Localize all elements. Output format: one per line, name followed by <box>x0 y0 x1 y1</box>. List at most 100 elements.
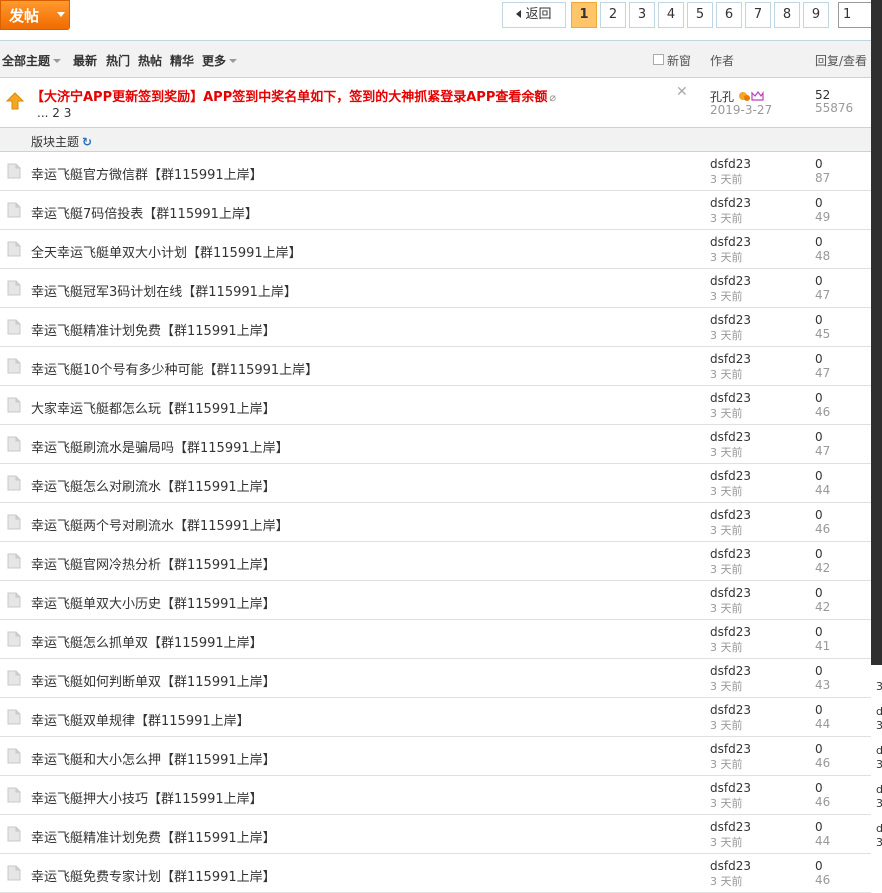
page-4-button[interactable]: 4 <box>658 2 684 28</box>
new-window-label: 新窗 <box>667 54 692 68</box>
new-post-button[interactable]: 发帖 <box>0 0 70 30</box>
paperclip-icon: ⌀ <box>549 91 556 104</box>
thread-title[interactable]: 幸运飞艇两个号对刷流水【群115991上岸】 <box>31 515 289 534</box>
thread-title[interactable]: 幸运飞艇双单规律【群115991上岸】 <box>31 710 250 729</box>
sticky-thread: 【大济宁APP更新签到奖励】APP签到中奖名单如下，签到的大神抓紧登录APP查看… <box>0 78 871 128</box>
page-2-button[interactable]: 2 <box>600 2 626 28</box>
thread-filter-bar: 全部主题 最新 热门 热帖 精华 更多 新窗 作者 回复/查看 <box>0 40 871 78</box>
page-5-button[interactable]: 5 <box>687 2 713 28</box>
thread-row: 幸运飞艇两个号对刷流水【群115991上岸】 dsfd23 3 天前 0 46 <box>0 503 871 542</box>
thread-row: 幸运飞艇10个号有多少种可能【群115991上岸】 dsfd23 3 天前 0 47 <box>0 347 871 386</box>
thread-title[interactable]: 幸运飞艇和大小怎么押【群115991上岸】 <box>31 749 276 768</box>
page-1-button[interactable]: 1 <box>571 2 597 28</box>
section-label: 版块主题 ↻ <box>31 133 92 150</box>
thread-title[interactable]: 幸运飞艇精准计划免费【群115991上岸】 <box>31 827 276 846</box>
document-icon <box>7 592 21 608</box>
thread-date: 3 天前 <box>710 758 743 771</box>
thread-title[interactable]: 幸运飞艇单双大小历史【群115991上岸】 <box>31 593 276 612</box>
thread-author[interactable]: dsfd23 <box>710 235 751 249</box>
edge-char: 3 <box>876 797 882 810</box>
thread-replies: 0 <box>815 391 823 405</box>
thread-title[interactable]: 幸运飞艇如何判断单双【群115991上岸】 <box>31 671 276 690</box>
thread-row: 幸运飞艇刷流水是骗局吗【群115991上岸】 dsfd23 3 天前 0 47 <box>0 425 871 464</box>
thread-date: 3 天前 <box>710 797 743 810</box>
thread-title[interactable]: 幸运飞艇怎么对刷流水【群115991上岸】 <box>31 476 276 495</box>
thread-title[interactable]: 全天幸运飞艇单双大小计划【群115991上岸】 <box>31 242 302 261</box>
filter-hot-posts[interactable]: 热帖 <box>138 52 162 69</box>
page-7-button[interactable]: 7 <box>745 2 771 28</box>
thread-replies: 0 <box>815 625 823 639</box>
thread-author[interactable]: dsfd23 <box>710 547 751 561</box>
thread-title[interactable]: 幸运飞艇精准计划免费【群115991上岸】 <box>31 320 276 339</box>
thread-views: 46 <box>815 405 831 419</box>
thread-date: 3 天前 <box>710 485 743 498</box>
thread-date: 3 天前 <box>710 563 743 576</box>
thread-author[interactable]: dsfd23 <box>710 469 751 483</box>
thread-author[interactable]: dsfd23 <box>710 820 751 834</box>
thread-replies: 0 <box>815 430 823 444</box>
page-6-button[interactable]: 6 <box>716 2 742 28</box>
thread-title[interactable]: 大家幸运飞艇都怎么玩【群115991上岸】 <box>31 398 276 417</box>
thread-date: 3 天前 <box>710 251 743 264</box>
thread-author[interactable]: dsfd23 <box>710 703 751 717</box>
document-icon <box>7 748 21 764</box>
thread-author[interactable]: dsfd23 <box>710 508 751 522</box>
page-9-button[interactable]: 9 <box>803 2 829 28</box>
thread-author[interactable]: dsfd23 <box>710 430 751 444</box>
section-label-text: 版块主题 <box>31 135 80 149</box>
back-button[interactable]: 返回 <box>502 2 566 28</box>
thread-title[interactable]: 幸运飞艇10个号有多少种可能【群115991上岸】 <box>31 359 318 378</box>
thread-title[interactable]: 幸运飞艇免费专家计划【群115991上岸】 <box>31 866 276 885</box>
thread-views: 45 <box>815 327 831 341</box>
thread-date: 3 天前 <box>710 407 743 420</box>
thread-author[interactable]: dsfd23 <box>710 742 751 756</box>
thread-title[interactable]: 幸运飞艇官方微信群【群115991上岸】 <box>31 164 263 183</box>
thread-title[interactable]: 幸运飞艇官网冷热分析【群115991上岸】 <box>31 554 276 573</box>
thread-replies: 0 <box>815 508 823 522</box>
thread-views: 48 <box>815 249 831 263</box>
thread-views: 46 <box>815 873 831 887</box>
thread-views: 46 <box>815 756 831 770</box>
thread-row: 幸运飞艇怎么对刷流水【群115991上岸】 dsfd23 3 天前 0 44 <box>0 464 871 503</box>
thread-title[interactable]: 幸运飞艇怎么抓单双【群115991上岸】 <box>31 632 263 651</box>
thread-author[interactable]: dsfd23 <box>710 781 751 795</box>
thread-title[interactable]: 幸运飞艇冠军3码计划在线【群115991上岸】 <box>31 281 297 300</box>
thread-replies: 0 <box>815 196 823 210</box>
thread-author[interactable]: dsfd23 <box>710 196 751 210</box>
thread-title[interactable]: 幸运飞艇押大小技巧【群115991上岸】 <box>31 788 263 807</box>
chevron-left-icon <box>516 10 522 18</box>
page-jump-input[interactable]: 1 <box>838 2 874 28</box>
thread-author[interactable]: dsfd23 <box>710 352 751 366</box>
document-icon <box>7 514 21 530</box>
thread-author[interactable]: dsfd23 <box>710 664 751 678</box>
filter-digest[interactable]: 精华 <box>170 52 194 69</box>
sticky-thread-pages[interactable]: ... 2 3 <box>37 106 71 120</box>
refresh-icon[interactable]: ↻ <box>82 135 92 149</box>
thread-title[interactable]: 幸运飞艇7码倍投表【群115991上岸】 <box>31 203 258 222</box>
document-icon <box>7 475 21 491</box>
page-3-button[interactable]: 3 <box>629 2 655 28</box>
thread-author[interactable]: dsfd23 <box>710 586 751 600</box>
thread-author[interactable]: dsfd23 <box>710 391 751 405</box>
thread-author[interactable]: dsfd23 <box>710 625 751 639</box>
thread-author[interactable]: dsfd23 <box>710 274 751 288</box>
thread-row: 幸运飞艇怎么抓单双【群115991上岸】 dsfd23 3 天前 0 41 <box>0 620 871 659</box>
thread-row: 幸运飞艇冠军3码计划在线【群115991上岸】 dsfd23 3 天前 0 47 <box>0 269 871 308</box>
reply-view-column-header[interactable]: 回复/查看 <box>815 52 867 69</box>
filter-hot[interactable]: 热门 <box>106 52 130 69</box>
thread-views: 42 <box>815 600 831 614</box>
new-window-checkbox[interactable] <box>653 54 664 65</box>
thread-author[interactable]: dsfd23 <box>710 157 751 171</box>
more-dropdown[interactable]: 更多 <box>202 52 238 69</box>
thread-author[interactable]: dsfd23 <box>710 859 751 873</box>
page-8-button[interactable]: 8 <box>774 2 800 28</box>
sticky-thread-title[interactable]: 【大济宁APP更新签到奖励】APP签到中奖名单如下，签到的大神抓紧登录APP查看… <box>31 86 556 105</box>
back-label: 返回 <box>525 7 552 22</box>
sticky-title-text: 【大济宁APP更新签到奖励】APP签到中奖名单如下，签到的大神抓紧登录APP查看… <box>31 90 548 105</box>
all-topics-dropdown[interactable]: 全部主题 <box>2 52 62 69</box>
close-icon[interactable]: ✕ <box>676 84 688 100</box>
thread-title[interactable]: 幸运飞艇刷流水是骗局吗【群115991上岸】 <box>31 437 289 456</box>
edge-char: d <box>876 822 882 835</box>
thread-author[interactable]: dsfd23 <box>710 313 751 327</box>
filter-latest[interactable]: 最新 <box>73 52 97 69</box>
